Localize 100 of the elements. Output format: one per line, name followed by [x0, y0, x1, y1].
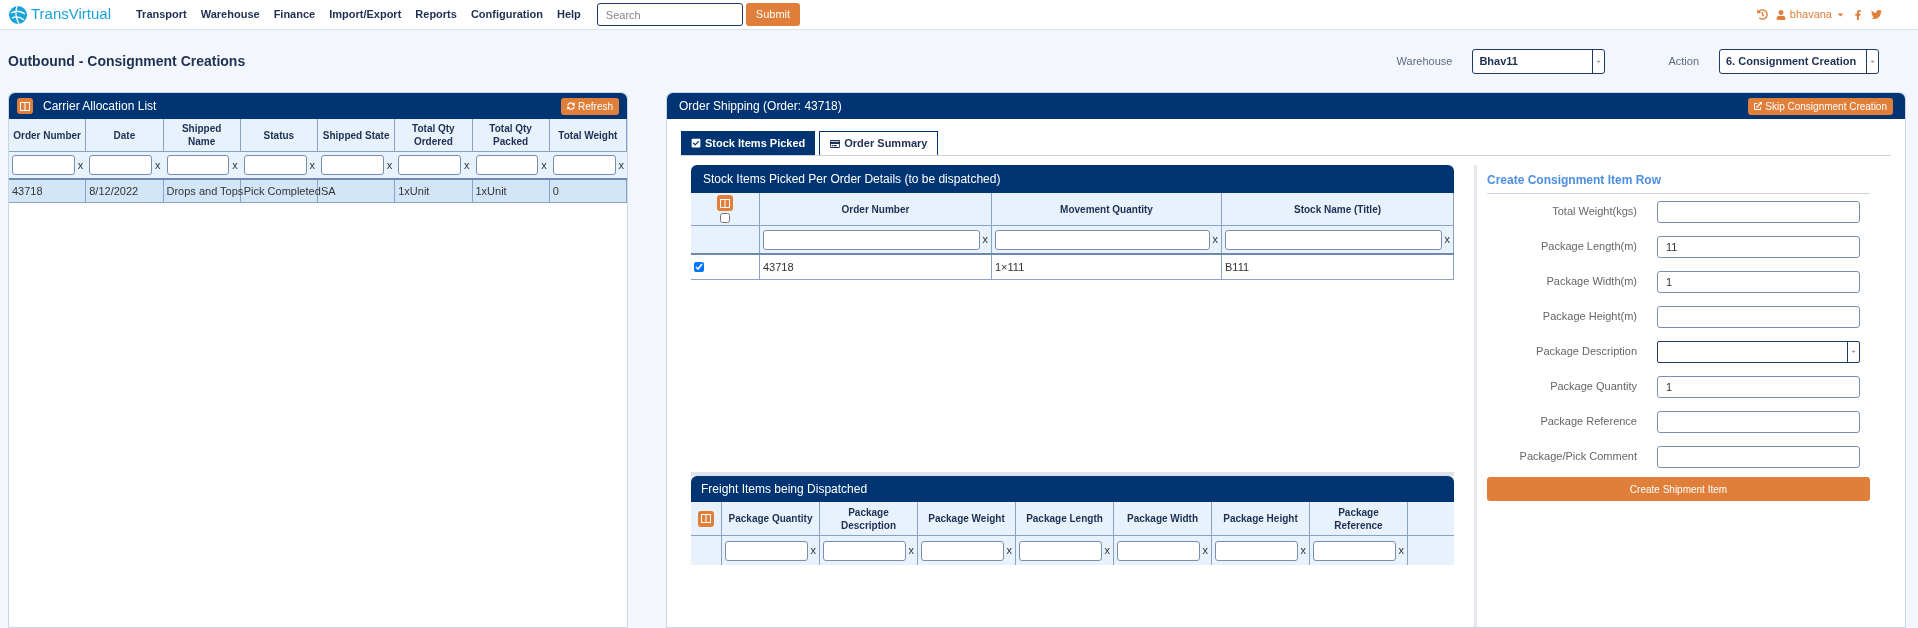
tab[interactable]: Order Summary	[819, 131, 939, 155]
column-header[interactable]: Total Weight	[549, 119, 627, 151]
nav-menu-item[interactable]: Reports	[415, 6, 457, 23]
clear-filter[interactable]: x	[982, 231, 988, 248]
column-header[interactable]: Total Qty Packed	[472, 119, 550, 151]
clear-filter[interactable]: x	[1202, 542, 1208, 559]
table-cell: 43718	[9, 180, 87, 202]
filter-field[interactable]	[89, 155, 152, 175]
clear-filter[interactable]: x	[1398, 542, 1404, 559]
filter-field[interactable]	[475, 155, 539, 175]
filter-field[interactable]	[12, 155, 75, 175]
clear-filter[interactable]: x	[1300, 542, 1306, 559]
table-cell: 1xUnit	[395, 180, 473, 202]
text-field[interactable]	[1657, 305, 1860, 328]
filter-field[interactable]	[725, 540, 808, 561]
filter-field[interactable]	[823, 540, 906, 561]
nav-menu-item[interactable]: Transport	[136, 6, 187, 23]
text-field[interactable]	[1657, 445, 1860, 468]
caret-icon	[1836, 10, 1845, 19]
columns-icon[interactable]	[17, 98, 33, 114]
clear-filter[interactable]: x	[1104, 542, 1110, 559]
column-header[interactable]: Package Reference	[1310, 502, 1408, 535]
dropdown[interactable]	[1657, 340, 1860, 363]
filter-field[interactable]	[1225, 229, 1442, 250]
dropdown[interactable]: 6. Consignment Creation	[1719, 48, 1879, 74]
filter-field[interactable]	[1215, 540, 1298, 561]
filter-field[interactable]	[243, 155, 307, 175]
filter-field[interactable]	[763, 229, 980, 250]
filter-field[interactable]	[321, 155, 384, 175]
clear-filter[interactable]: x	[77, 156, 84, 174]
filter-field[interactable]	[1117, 540, 1200, 561]
facebook-icon[interactable]	[1853, 9, 1863, 20]
column-header[interactable]: Package Description	[820, 502, 918, 535]
columns-icon[interactable]	[698, 510, 714, 527]
clear-filter[interactable]: x	[232, 156, 238, 174]
table-title: Stock Items Picked Per Order Details (to be dispatched)	[703, 171, 1001, 188]
clear-filter[interactable]: x	[908, 542, 914, 559]
column-header[interactable]: Status	[240, 119, 318, 151]
clear-filter[interactable]: x	[1006, 542, 1012, 559]
table-cell: 43718	[760, 255, 992, 279]
select-all-checkbox[interactable]	[720, 213, 730, 223]
tab[interactable]: Stock Items Picked	[681, 131, 816, 155]
twitter-icon[interactable]	[1871, 9, 1882, 20]
nav-menu-item[interactable]: Help	[557, 6, 581, 23]
text-field[interactable]: 11	[1657, 235, 1860, 258]
row-checkbox[interactable]	[694, 262, 704, 272]
column-header[interactable]: Total Qty Ordered	[395, 119, 473, 151]
column-header[interactable]: Shipped State	[318, 119, 396, 151]
clear-filter[interactable]: x	[309, 156, 315, 174]
filter-field[interactable]	[995, 229, 1210, 250]
nav-menu-item[interactable]: Warehouse	[200, 6, 260, 23]
form-title: Create Consignment Item Row	[1487, 171, 1870, 194]
text-field[interactable]	[1657, 200, 1860, 223]
filter-field[interactable]	[398, 155, 461, 175]
clear-filter[interactable]: x	[541, 156, 547, 174]
clear-filter[interactable]: x	[155, 156, 161, 174]
table-cell: 0	[549, 180, 627, 202]
column-header[interactable]: Package Width	[1114, 502, 1212, 535]
user-icon	[1775, 9, 1786, 20]
column-header[interactable]: Movement Quantity	[992, 193, 1222, 225]
filter-field[interactable]	[552, 155, 616, 175]
column-header[interactable]: Package Weight	[918, 502, 1016, 535]
filter-field[interactable]	[1313, 540, 1396, 561]
column-header[interactable]: Package Quantity	[722, 502, 820, 535]
search-field[interactable]: Search	[596, 3, 743, 26]
text-field[interactable]: 1	[1657, 375, 1860, 398]
clear-filter[interactable]: x	[1444, 231, 1450, 248]
card-icon	[830, 138, 841, 149]
column-header[interactable]: Order Number	[9, 119, 87, 151]
clear-filter[interactable]: x	[810, 542, 816, 559]
clear-filter[interactable]: x	[386, 156, 393, 174]
column-header[interactable]: Package Height	[1212, 502, 1310, 535]
dropdown[interactable]: Bhav11	[1472, 48, 1606, 74]
refresh-icon	[567, 102, 575, 110]
checkbox-icon	[691, 138, 701, 148]
text-field[interactable]	[1657, 410, 1860, 433]
filter-field[interactable]	[1019, 540, 1102, 561]
caret-icon	[1850, 348, 1857, 355]
nav-menu-item[interactable]: Configuration	[470, 6, 543, 23]
column-header[interactable]: Package Length	[1016, 502, 1114, 535]
table-title: Freight Items being Dispatched	[701, 481, 868, 498]
filter-field[interactable]	[166, 155, 230, 175]
column-header[interactable]: Date	[86, 119, 164, 151]
nav-menu-item[interactable]: Finance	[273, 6, 316, 23]
column-header[interactable]: Order Number	[760, 193, 992, 225]
history-icon[interactable]	[1756, 9, 1768, 20]
clear-filter[interactable]: x	[1212, 231, 1218, 248]
nav-menu-item[interactable]: Import/Export	[329, 6, 402, 23]
table-cell: 1×111	[992, 255, 1222, 279]
selector-label: Warehouse	[1396, 53, 1453, 69]
column-header[interactable]: Shipped Name	[163, 119, 241, 151]
filter-field[interactable]	[921, 540, 1004, 561]
clear-filter[interactable]: x	[464, 156, 470, 174]
table-row[interactable]: 43718 8/12/2022 Drops and TopsPick CompletedSA 1xUnit 1xUnit 0	[9, 180, 627, 203]
columns-icon[interactable]	[717, 195, 733, 211]
column-header[interactable]: Stock Name (Title)	[1222, 193, 1454, 225]
field-label: Total Weight(kgs)	[1551, 204, 1637, 220]
text-field[interactable]: 1	[1657, 270, 1860, 293]
field-label: Package Quantity	[1549, 379, 1637, 395]
clear-filter[interactable]: x	[618, 156, 624, 174]
